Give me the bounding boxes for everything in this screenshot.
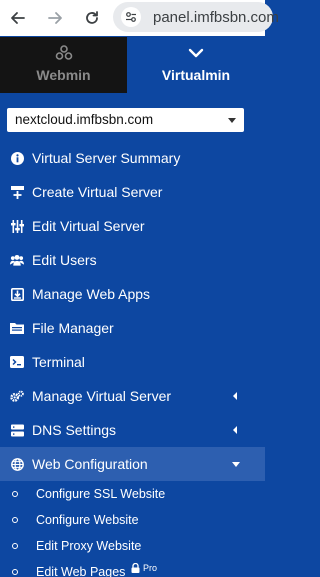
circle-icon: [12, 517, 18, 523]
back-button[interactable]: [6, 6, 30, 30]
menu-item-file-manager[interactable]: File Manager: [0, 311, 265, 345]
menu-item-label: File Manager: [32, 320, 114, 336]
tab-virtualmin[interactable]: Virtualmin: [127, 37, 265, 93]
server-icon: [10, 423, 24, 437]
tab-virtualmin-label: Virtualmin: [161, 67, 231, 83]
menu-item-web-configuration[interactable]: Web Configuration: [0, 447, 265, 481]
menu-item-label: Create Virtual Server: [32, 184, 163, 200]
address-bar[interactable]: panel.imfbsbn.com: [113, 2, 279, 32]
menu-item-label: DNS Settings: [32, 422, 117, 438]
reload-icon: [86, 11, 98, 24]
tab-webmin[interactable]: Webmin: [0, 37, 127, 93]
pro-badge-label: Pro: [143, 563, 158, 573]
menu-item-dns-settings[interactable]: DNS Settings: [0, 413, 265, 447]
webmin-logo-icon: [55, 45, 72, 60]
submenu-item-edit-proxy-website[interactable]: Edit Proxy Website: [0, 534, 265, 560]
menu-item-create-virtual-server[interactable]: Create Virtual Server: [0, 175, 265, 209]
submenu-item-label: Configure SSL Website: [36, 487, 166, 501]
product-switcher: Webmin Virtualmin: [0, 37, 265, 93]
menu-item-label: Manage Virtual Server: [32, 388, 172, 404]
create-server-icon: [10, 185, 24, 199]
menu-item-edit-virtual-server[interactable]: Edit Virtual Server: [0, 209, 265, 243]
chevron-down-icon: [228, 118, 236, 123]
chevron-down-icon: [232, 462, 240, 467]
tab-webmin-label: Webmin: [36, 67, 91, 83]
arrow-right-icon: [48, 12, 62, 24]
url-text[interactable]: panel.imfbsbn.com: [153, 9, 279, 26]
submenu-item-label: Edit Proxy Website: [36, 539, 142, 553]
lock-icon: [131, 563, 140, 573]
menu-item-manage-web-apps[interactable]: Manage Web Apps: [0, 277, 265, 311]
menu-item-manage-virtual-server[interactable]: Manage Virtual Server: [0, 379, 265, 413]
submenu-item-configure-ssl-website[interactable]: Configure SSL Website: [0, 482, 265, 508]
terminal-icon: [10, 355, 24, 369]
sliders-icon: [10, 219, 24, 233]
info-circle-icon: [10, 151, 24, 165]
submenu-item-configure-website[interactable]: Configure Website: [0, 508, 265, 534]
users-icon: [10, 253, 24, 267]
reload-button[interactable]: [80, 6, 104, 30]
pro-badge: Pro: [131, 563, 157, 573]
circle-icon: [12, 569, 18, 575]
submenu-item-label: Edit Web Pages: [36, 565, 126, 577]
menu-item-label: Edit Users: [32, 252, 97, 268]
virtualmin-logo-icon: [188, 48, 204, 58]
menu-item-label: Manage Web Apps: [32, 286, 151, 302]
download-box-icon: [10, 287, 24, 301]
menu-item-edit-users[interactable]: Edit Users: [0, 243, 265, 277]
forward-button[interactable]: [43, 6, 67, 30]
tune-icon: [126, 12, 136, 22]
folder-icon: [10, 321, 24, 335]
domain-select[interactable]: nextcloud.imfbsbn.com: [7, 108, 244, 132]
menu-item-label: Virtual Server Summary: [32, 150, 181, 166]
circle-icon: [12, 491, 18, 497]
submenu-item-edit-web-pages[interactable]: Edit Web Pages Pro: [0, 560, 265, 577]
arrow-left-icon: [11, 12, 25, 24]
cogs-icon: [10, 389, 24, 403]
menu-item-virtual-server-summary[interactable]: Virtual Server Summary: [0, 141, 265, 175]
submenu-item-label: Configure Website: [36, 513, 139, 527]
globe-icon: [10, 457, 24, 471]
circle-icon: [12, 543, 18, 549]
menu-item-terminal[interactable]: Terminal: [0, 345, 265, 379]
chevron-left-icon: [233, 426, 237, 434]
menu-item-label: Web Configuration: [32, 456, 148, 472]
menu-item-label: Terminal: [32, 354, 85, 370]
browser-toolbar: panel.imfbsbn.com: [0, 0, 279, 36]
menu-item-label: Edit Virtual Server: [32, 218, 145, 234]
chevron-left-icon: [233, 392, 237, 400]
domain-select-value: nextcloud.imfbsbn.com: [15, 112, 154, 127]
site-info-button[interactable]: [121, 7, 141, 27]
